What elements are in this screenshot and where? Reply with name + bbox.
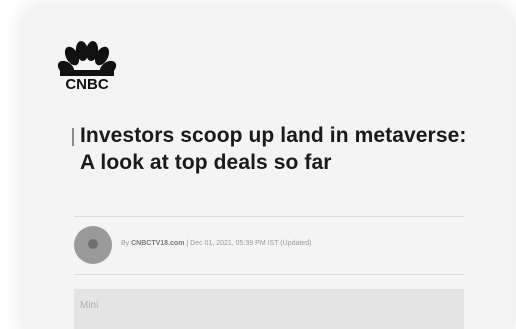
byline: By CNBCTV18.com | Dec 01, 2021, 05:39 PM… (121, 240, 311, 247)
cnbc-logo[interactable]: CNBC (52, 40, 122, 92)
publish-date: Dec 01, 2021, 05:39 PM IST (Updated) (190, 240, 312, 247)
headline-block: Investors scoop up land in metaverse: A … (72, 122, 477, 176)
divider (74, 216, 464, 217)
divider (74, 274, 464, 275)
article-headline[interactable]: Investors scoop up land in metaverse: A … (72, 122, 477, 176)
byline-separator: | (186, 240, 189, 247)
mini-label: Mini (80, 300, 99, 311)
source-link[interactable]: CNBCTV18.com (131, 240, 184, 247)
text-cursor (72, 128, 74, 146)
peacock-icon: CNBC (57, 41, 117, 92)
author-avatar[interactable] (74, 226, 112, 264)
screen: CNBC Investors scoop up land in metavers… (0, 0, 516, 329)
mini-section: Mini (74, 289, 464, 329)
avatar-icon (88, 239, 98, 249)
byline-prefix: By (121, 240, 130, 247)
cnbc-wordmark: CNBC (65, 76, 108, 92)
